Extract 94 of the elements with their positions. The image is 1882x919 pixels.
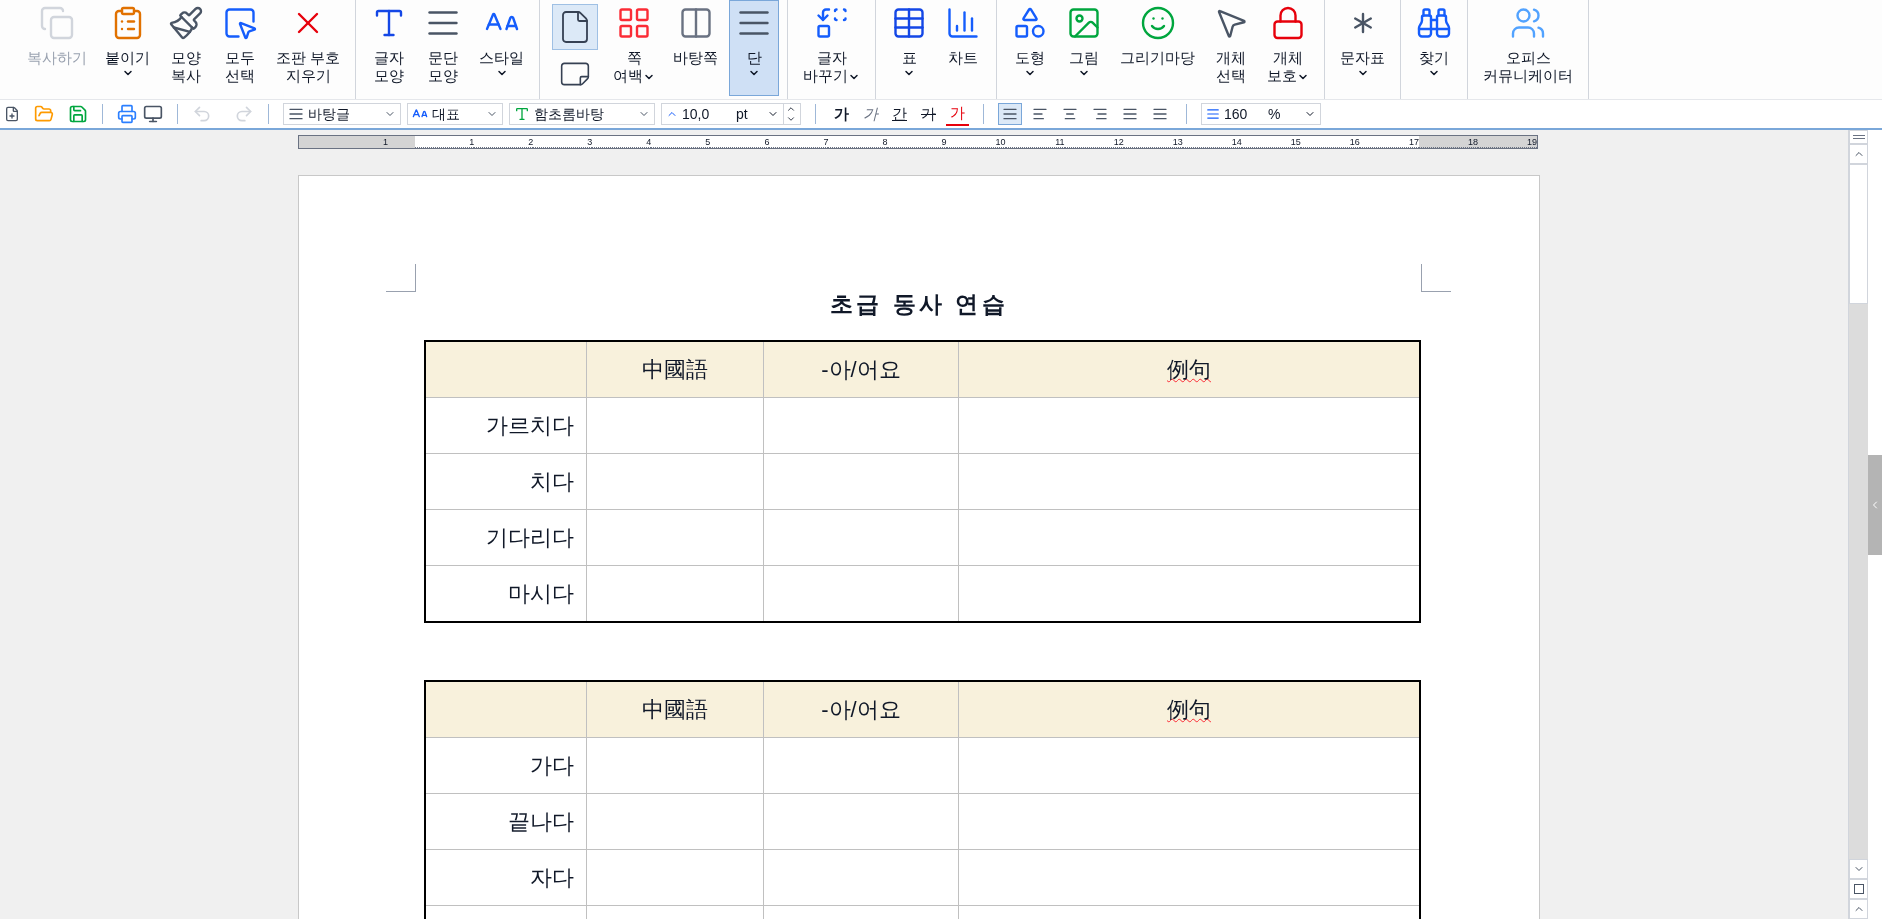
format-button[interactable]: 가 (917, 102, 940, 126)
ruler-label: 13 (1123, 136, 1183, 148)
ribbon-button[interactable]: 도형 (1005, 0, 1056, 96)
ribbon-button[interactable]: 문단 모양 (418, 0, 469, 96)
paragraph-icon (288, 106, 304, 122)
page-nav-button[interactable] (1849, 879, 1868, 899)
split-handle[interactable] (1849, 130, 1868, 144)
table-cell: 가르치다 (426, 398, 587, 453)
save-icon[interactable] (68, 104, 88, 124)
style-dropdown[interactable]: 바탕글 (283, 103, 401, 125)
ribbon-button[interactable]: 문자표 (1333, 0, 1393, 96)
header-cell-text: 例句 (1166, 696, 1212, 724)
ruler-label: 15 (1241, 136, 1301, 148)
font-size-field[interactable]: 10,0 pt (661, 103, 801, 125)
binoculars-icon (1416, 5, 1453, 41)
ruler-label: 6 (710, 136, 770, 148)
header-cell: 中國語 (587, 342, 764, 397)
ribbon-button[interactable]: 스타일 (472, 0, 532, 96)
ruler-label: 12 (1064, 136, 1124, 148)
panel-handle[interactable] (1868, 455, 1882, 555)
preview-icon[interactable] (143, 104, 163, 124)
format-button[interactable]: 간 (888, 102, 911, 126)
ribbon-button[interactable]: 쪽 여백 (606, 0, 663, 96)
ruler-label: 3 (533, 136, 593, 148)
copy-icon (39, 5, 75, 41)
ribbon-button[interactable]: 글자 모양 (364, 0, 415, 96)
document-title: 초급 동사 연습 (829, 289, 1009, 319)
font-icon (514, 106, 530, 122)
brush-icon (168, 5, 204, 41)
people-icon (1510, 5, 1547, 41)
table-cell: 끝나다 (426, 794, 587, 849)
ribbon-button[interactable]: 바탕쪽 (666, 0, 726, 96)
scrollbar[interactable] (1848, 130, 1868, 919)
ribbon-button[interactable]: 글자 바꾸기 (796, 0, 868, 96)
language-dropdown[interactable]: 대표 (407, 103, 503, 125)
ribbon-button[interactable]: 오피스 커뮤니케이터 (1476, 0, 1581, 96)
table-cell: 치다 (426, 454, 587, 509)
ribbon-button[interactable]: 붙이기 (98, 0, 157, 96)
ribbon-button[interactable]: 표 (884, 0, 935, 96)
ruler-label: 1 (415, 136, 475, 148)
ribbon-button[interactable]: 조판 부호 지우기 (269, 0, 348, 96)
crop-mark (386, 264, 416, 292)
ribbon-button[interactable]: 개체 보호 (1260, 0, 1317, 96)
line-spacing-field[interactable]: 160 % (1201, 103, 1321, 125)
align-button[interactable] (998, 103, 1022, 125)
ruler-label: 7 (769, 136, 829, 148)
ribbon-button[interactable]: 모양 복사 (161, 0, 211, 96)
align-icon (1092, 106, 1108, 122)
header-cell: -아/어요 (764, 342, 959, 397)
align-icon (1152, 106, 1168, 122)
ribbon-button[interactable]: 찾기 (1409, 0, 1460, 96)
ruler-label: 4 (592, 136, 652, 148)
smiley-icon (1139, 5, 1176, 41)
ribbon-button[interactable]: 그리기마당 (1113, 0, 1203, 96)
align-icon (1122, 106, 1138, 122)
table-cell: 기다리다 (426, 510, 587, 565)
ruler-label: 18 (1418, 136, 1478, 148)
ribbon-button[interactable]: 그림 (1059, 0, 1110, 96)
ruler-label: 11 (1005, 136, 1065, 148)
new-document-icon[interactable] (4, 106, 20, 122)
align-icon (1062, 106, 1078, 122)
spacing-icon (1206, 107, 1220, 121)
pointer-icon (222, 5, 258, 41)
ruler-label: 1 (382, 136, 390, 148)
table-cell: 가다 (426, 738, 587, 793)
spin-icon[interactable] (783, 104, 796, 124)
ribbon-button[interactable]: 개체 선택 (1206, 0, 1257, 96)
align-icon (1002, 106, 1018, 122)
ruler-label: 5 (651, 136, 711, 148)
header-cell: 中國語 (587, 682, 764, 737)
font-dropdown[interactable]: 함초롬바탕 (509, 103, 655, 125)
portrait-button[interactable] (552, 4, 599, 50)
ribbon-button[interactable]: 차트 (938, 0, 989, 96)
scroll-thumb[interactable] (1849, 164, 1868, 304)
ruler-label: 9 (887, 136, 947, 148)
align-icon (1032, 106, 1048, 122)
header-cell: -아/어요 (764, 682, 959, 737)
ruler-label: 19 (1477, 136, 1537, 148)
ribbon-button[interactable]: 모두 선택 (215, 0, 265, 96)
table-cell: 마시다 (426, 566, 587, 621)
ruler-label: 10 (946, 136, 1006, 148)
ruler-label: 2 (474, 136, 534, 148)
print-icon[interactable] (117, 104, 137, 124)
ruler-label: 17 (1359, 136, 1419, 148)
format-button[interactable]: 가 (946, 101, 969, 127)
header-cell-text: 例句 (1166, 356, 1212, 384)
ruler-label: 14 (1182, 136, 1242, 148)
table-cell: 자다 (426, 850, 587, 905)
ribbon-button[interactable]: 단 (729, 0, 780, 96)
ruler-label: 16 (1300, 136, 1360, 148)
ruler-label: 8 (828, 136, 888, 148)
format-button[interactable]: 가 (859, 102, 882, 126)
crop-mark (1421, 264, 1451, 292)
format-button[interactable]: 가 (830, 102, 853, 126)
